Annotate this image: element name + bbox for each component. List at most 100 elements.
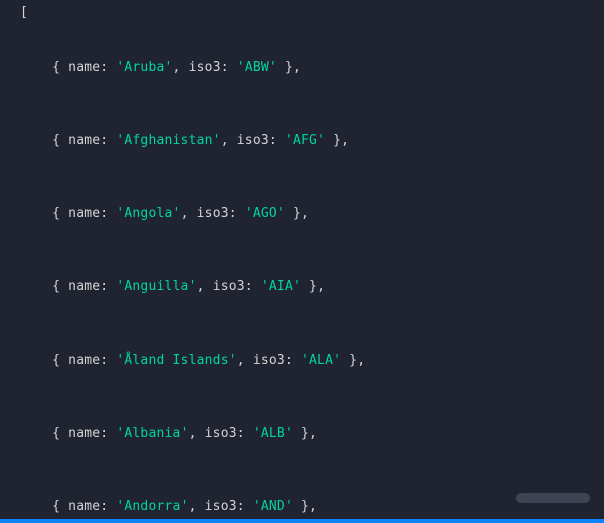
key-name: name xyxy=(68,206,100,221)
quote-open-2: ' xyxy=(285,133,293,148)
country-iso3-value: ABW xyxy=(245,60,269,75)
line-inner: { name: 'Aruba', iso3: 'ABW' }, xyxy=(20,60,301,75)
country-name-string: 'Angola' xyxy=(116,206,180,221)
colon-1: : xyxy=(100,133,116,148)
colon-2: : xyxy=(237,499,253,514)
line-inner: { name: 'Angola', iso3: 'AGO' }, xyxy=(20,206,309,221)
quote-close-1: ' xyxy=(173,206,181,221)
comma-1: , xyxy=(197,279,213,294)
colon-1: : xyxy=(100,499,116,514)
quote-close-2: ' xyxy=(285,426,293,441)
country-iso3-string: 'AGO' xyxy=(245,206,285,221)
quote-close-1: ' xyxy=(189,279,197,294)
country-iso3-string: 'AFG' xyxy=(285,133,325,148)
brace-open: { xyxy=(52,426,68,441)
country-name-value: Angola xyxy=(124,206,172,221)
key-name: name xyxy=(68,60,100,75)
quote-close-1: ' xyxy=(181,499,189,514)
quote-open-2: ' xyxy=(301,353,309,368)
key-iso3: iso3 xyxy=(253,353,285,368)
brace-open: { xyxy=(52,353,68,368)
colon-1: : xyxy=(100,60,116,75)
country-name-value: Anguilla xyxy=(124,279,188,294)
quote-close-1: ' xyxy=(165,60,173,75)
code-line[interactable]: { name: 'Angola', iso3: 'AGO' }, xyxy=(20,205,588,223)
country-iso3-value: AGO xyxy=(253,206,277,221)
key-iso3: iso3 xyxy=(237,133,269,148)
brace-close: }, xyxy=(325,133,349,148)
comma-1: , xyxy=(237,353,253,368)
quote-close-2: ' xyxy=(293,279,301,294)
quote-close-2: ' xyxy=(285,499,293,514)
quote-open-2: ' xyxy=(237,60,245,75)
colon-2: : xyxy=(237,426,253,441)
code-line[interactable]: { name: 'Andorra', iso3: 'AND' }, xyxy=(20,498,588,516)
code-line[interactable]: { name: 'Aruba', iso3: 'ABW' }, xyxy=(20,59,588,77)
colon-2: : xyxy=(245,279,261,294)
open-bracket-line: [ xyxy=(20,4,588,22)
quote-close-1: ' xyxy=(181,426,189,441)
key-name: name xyxy=(68,426,100,441)
brace-close: }, xyxy=(301,279,325,294)
line-inner: { name: 'Andorra', iso3: 'AND' }, xyxy=(20,499,317,514)
key-name: name xyxy=(68,499,100,514)
line-inner: { name: 'Afghanistan', iso3: 'AFG' }, xyxy=(20,133,349,148)
country-iso3-string: 'ALA' xyxy=(301,353,341,368)
quote-open-2: ' xyxy=(253,426,261,441)
scroll-pill-overlay xyxy=(516,493,590,503)
brace-open: { xyxy=(52,499,68,514)
colon-1: : xyxy=(100,206,116,221)
colon-2: : xyxy=(229,206,245,221)
brace-close: }, xyxy=(293,426,317,441)
country-name-string: 'Åland Islands' xyxy=(116,353,236,368)
country-name-string: 'Albania' xyxy=(116,426,188,441)
quote-open-2: ' xyxy=(245,206,253,221)
colon-2: : xyxy=(285,353,301,368)
key-iso3: iso3 xyxy=(205,426,237,441)
quote-close-1: ' xyxy=(229,353,237,368)
line-inner: { name: 'Anguilla', iso3: 'AIA' }, xyxy=(20,279,325,294)
country-iso3-value: AIA xyxy=(269,279,293,294)
country-name-string: 'Aruba' xyxy=(116,60,172,75)
country-name-value: Afghanistan xyxy=(124,133,212,148)
country-name-string: 'Afghanistan' xyxy=(116,133,220,148)
code-line[interactable]: { name: 'Åland Islands', iso3: 'ALA' }, xyxy=(20,352,588,370)
country-iso3-value: ALA xyxy=(309,353,333,368)
code-line[interactable]: { name: 'Albania', iso3: 'ALB' }, xyxy=(20,425,588,443)
brace-open: { xyxy=(52,133,68,148)
country-name-string: 'Andorra' xyxy=(116,499,188,514)
key-iso3: iso3 xyxy=(205,499,237,514)
country-iso3-value: ALB xyxy=(261,426,285,441)
comma-1: , xyxy=(189,499,205,514)
comma-1: , xyxy=(173,60,189,75)
country-iso3-string: 'AIA' xyxy=(261,279,301,294)
quote-close-2: ' xyxy=(333,353,341,368)
code-line[interactable]: { name: 'Afghanistan', iso3: 'AFG' }, xyxy=(20,132,588,150)
key-iso3: iso3 xyxy=(197,206,229,221)
brace-open: { xyxy=(52,60,68,75)
code-line[interactable]: { name: 'Anguilla', iso3: 'AIA' }, xyxy=(20,278,588,296)
country-name-string: 'Anguilla' xyxy=(116,279,196,294)
line-inner: { name: 'Albania', iso3: 'ALB' }, xyxy=(20,426,317,441)
country-name-value: Aruba xyxy=(124,60,164,75)
country-iso3-value: AFG xyxy=(293,133,317,148)
line-inner: { name: 'Åland Islands', iso3: 'ALA' }, xyxy=(20,353,365,368)
colon-1: : xyxy=(100,353,116,368)
brace-open: { xyxy=(52,206,68,221)
open-bracket: [ xyxy=(20,5,28,20)
key-iso3: iso3 xyxy=(213,279,245,294)
colon-1: : xyxy=(100,279,116,294)
brace-close: }, xyxy=(293,499,317,514)
quote-close-2: ' xyxy=(277,206,285,221)
brace-close: }, xyxy=(341,353,365,368)
comma-1: , xyxy=(181,206,197,221)
comma-1: , xyxy=(189,426,205,441)
colon-2: : xyxy=(221,60,237,75)
country-name-value: Andorra xyxy=(124,499,180,514)
key-name: name xyxy=(68,353,100,368)
code-editor[interactable]: [ { name: 'Aruba', iso3: 'ABW' }, { name… xyxy=(0,0,604,523)
country-iso3-string: 'ABW' xyxy=(237,60,277,75)
quote-close-2: ' xyxy=(317,133,325,148)
brace-close: }, xyxy=(277,60,301,75)
quote-close-1: ' xyxy=(213,133,221,148)
